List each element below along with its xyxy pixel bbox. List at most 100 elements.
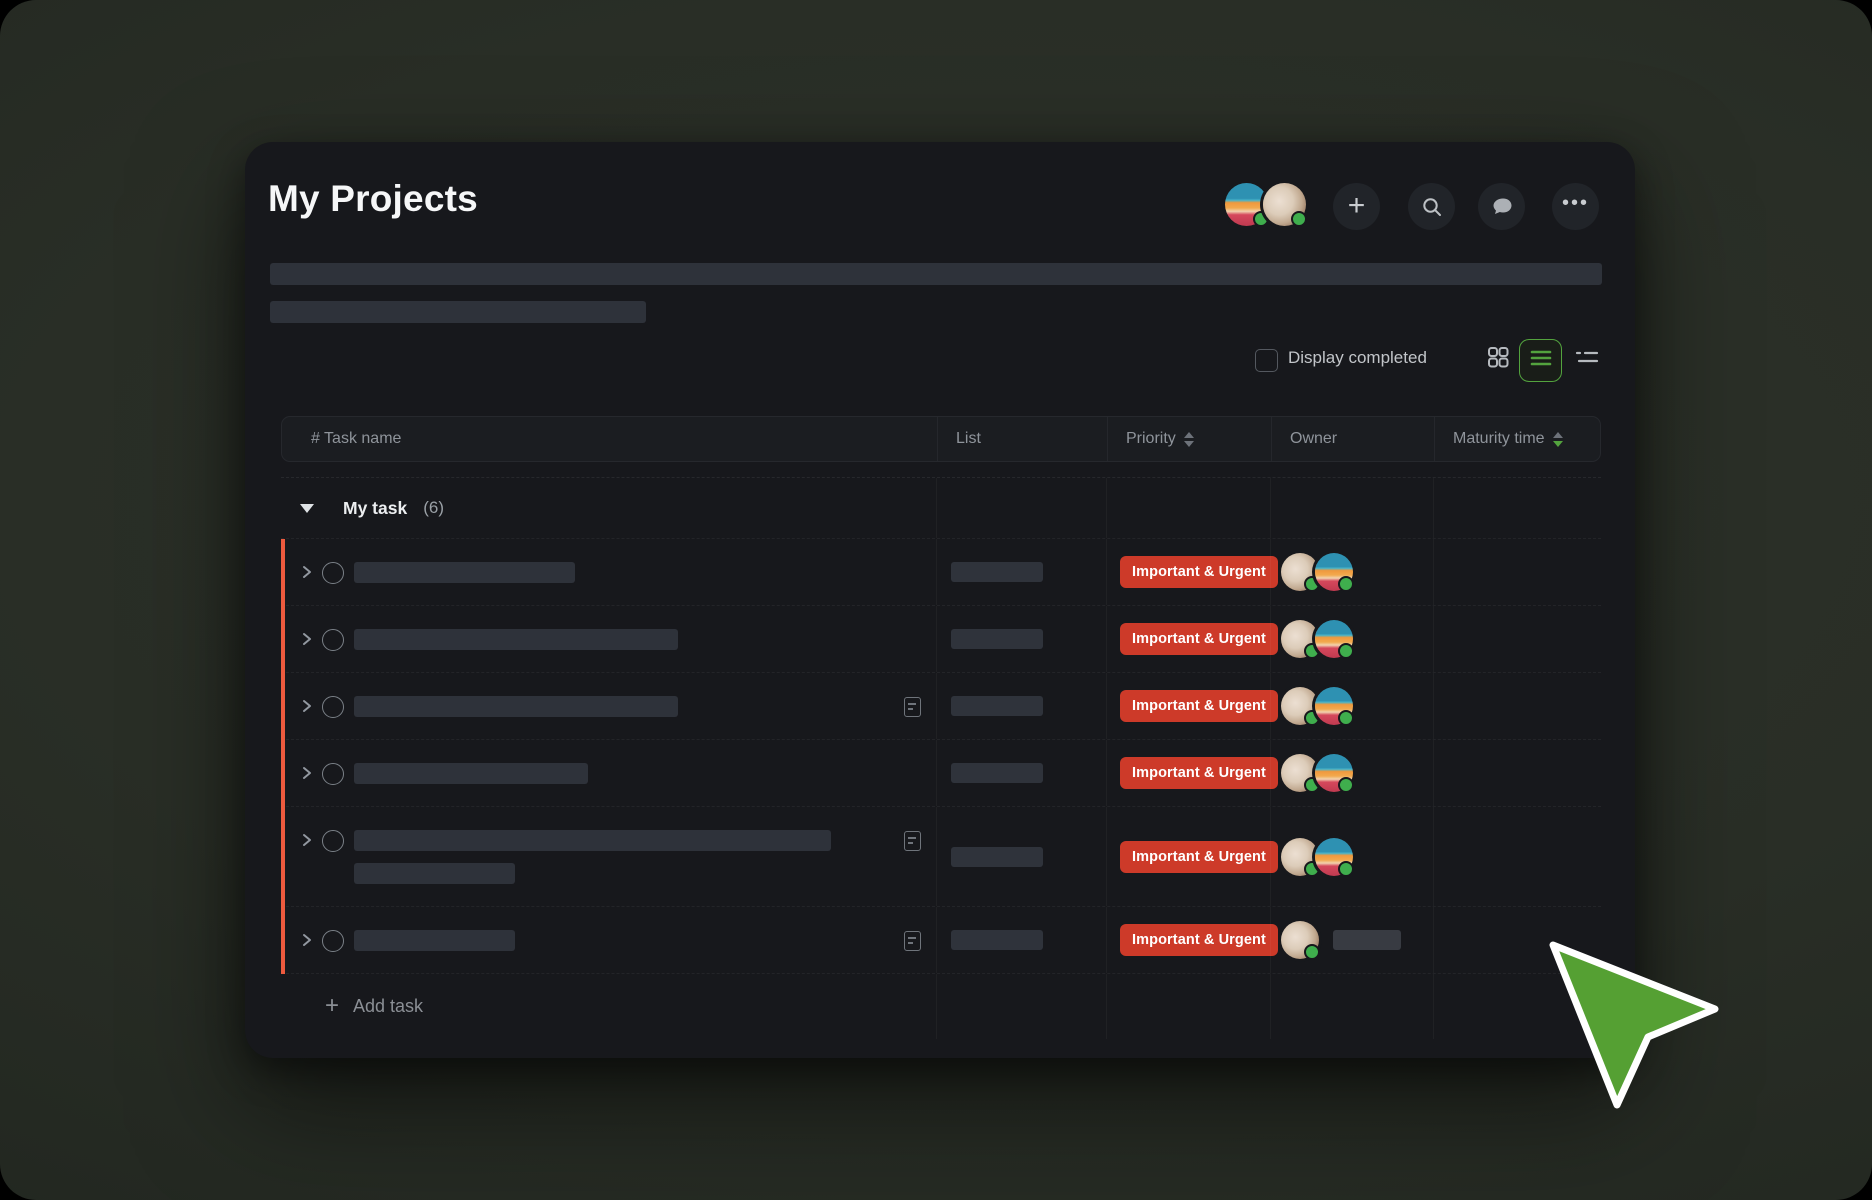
- task-row[interactable]: Important & Urgent: [281, 907, 1601, 974]
- column-header-owner[interactable]: Owner: [1271, 417, 1434, 461]
- sort-icon-desc-active: [1553, 432, 1563, 447]
- list-cell: [936, 539, 1106, 605]
- empty-cell: [1433, 974, 1601, 1039]
- priority-badge[interactable]: Important & Urgent: [1120, 623, 1278, 655]
- task-row[interactable]: Important & Urgent: [281, 740, 1601, 807]
- chevron-right-icon[interactable]: [301, 699, 313, 718]
- chevron-right-icon[interactable]: [301, 632, 313, 651]
- task-status-circle[interactable]: [322, 629, 344, 651]
- online-dot: [1338, 576, 1354, 592]
- task-name-cell: [281, 539, 936, 605]
- group-row[interactable]: My task (6): [281, 478, 1601, 539]
- task-name-bar: [354, 696, 678, 717]
- avatar-cartman[interactable]: [1315, 687, 1353, 725]
- empty-cell: [936, 478, 1106, 538]
- list-cell: [936, 907, 1106, 973]
- priority-cell: Important & Urgent: [1106, 807, 1270, 906]
- sort-lines-icon: [1575, 348, 1599, 371]
- app-window: My Projects + ••• Display completed: [245, 142, 1635, 1058]
- task-name-bar: [354, 830, 831, 851]
- empty-cell: [936, 974, 1106, 1039]
- avatar-cartman[interactable]: [1315, 620, 1353, 658]
- table-body-rows: Important & Urgent Important & Urgent: [281, 539, 1601, 974]
- avatar-cartman[interactable]: [1315, 838, 1353, 876]
- avatar-cartman[interactable]: [1315, 754, 1353, 792]
- avatar-baby[interactable]: [1281, 921, 1319, 959]
- column-header-task-name[interactable]: # Task name: [282, 417, 937, 461]
- priority-badge[interactable]: Important & Urgent: [1120, 556, 1278, 588]
- description-skeleton-bar: [270, 263, 1602, 285]
- view-sort-button[interactable]: [1566, 339, 1607, 380]
- background: My Projects + ••• Display completed: [0, 0, 1872, 1200]
- avatar-baby[interactable]: [1281, 838, 1319, 876]
- group-accent-strip: [281, 539, 285, 974]
- ellipsis-icon: •••: [1562, 193, 1589, 213]
- toolbar: Display completed: [245, 338, 1635, 384]
- avatar-baby[interactable]: [1263, 183, 1306, 226]
- add-button[interactable]: +: [1333, 183, 1380, 230]
- task-name-skeleton: [354, 830, 831, 884]
- priority-badge[interactable]: Important & Urgent: [1120, 757, 1278, 789]
- priority-badge[interactable]: Important & Urgent: [1120, 690, 1278, 722]
- task-row[interactable]: Important & Urgent: [281, 539, 1601, 606]
- maturity-time-cell: [1433, 606, 1601, 672]
- avatar-cartman[interactable]: [1315, 553, 1353, 591]
- grid-view-icon: [1486, 345, 1510, 374]
- task-status-circle[interactable]: [322, 696, 344, 718]
- avatar-baby[interactable]: [1281, 620, 1319, 658]
- task-table: # Task name List Priority Owner Maturity…: [281, 416, 1601, 1039]
- view-list-button-active[interactable]: [1519, 339, 1562, 382]
- owner-avatars: [1281, 754, 1353, 792]
- avatar-baby[interactable]: [1281, 687, 1319, 725]
- list-skeleton-bar: [951, 930, 1043, 950]
- view-grid-button[interactable]: [1477, 339, 1518, 380]
- column-header-priority[interactable]: Priority: [1107, 417, 1271, 461]
- task-name-cell: [281, 807, 936, 906]
- owner-avatars: [1281, 687, 1353, 725]
- online-dot: [1338, 777, 1354, 793]
- add-task-row[interactable]: + Add task: [281, 974, 1601, 1039]
- task-status-circle[interactable]: [322, 930, 344, 952]
- column-header-list[interactable]: List: [937, 417, 1107, 461]
- list-cell: [936, 606, 1106, 672]
- chat-icon: [1490, 195, 1514, 219]
- doc-icon: [904, 697, 921, 717]
- header-avatar-group: [1225, 183, 1306, 226]
- task-status-circle[interactable]: [322, 830, 344, 852]
- task-name-bar: [354, 629, 678, 650]
- task-row[interactable]: Important & Urgent: [281, 606, 1601, 673]
- online-dot: [1304, 944, 1320, 960]
- description-skeleton-bar: [270, 301, 646, 323]
- avatar-baby[interactable]: [1281, 553, 1319, 591]
- task-status-circle[interactable]: [322, 562, 344, 584]
- chevron-right-icon[interactable]: [301, 766, 313, 785]
- avatar-baby[interactable]: [1281, 754, 1319, 792]
- task-name-skeleton: [354, 562, 575, 583]
- priority-badge[interactable]: Important & Urgent: [1120, 841, 1278, 873]
- chat-button[interactable]: [1478, 183, 1525, 230]
- chevron-right-icon[interactable]: [301, 565, 313, 584]
- search-button[interactable]: [1408, 183, 1455, 230]
- column-header-maturity-time[interactable]: Maturity time: [1434, 417, 1602, 461]
- online-dot: [1291, 211, 1307, 227]
- collapse-triangle-icon[interactable]: [300, 504, 314, 513]
- empty-cell: [1270, 478, 1433, 538]
- doc-icon: [904, 931, 921, 951]
- group-cell: My task (6): [281, 478, 936, 538]
- priority-cell: Important & Urgent: [1106, 539, 1270, 605]
- group-count: (6): [423, 498, 444, 518]
- owner-avatars: [1281, 620, 1353, 658]
- task-row[interactable]: Important & Urgent: [281, 807, 1601, 907]
- owner-name-bar: [1333, 930, 1401, 950]
- avatar-cartman[interactable]: [1225, 183, 1268, 226]
- task-row[interactable]: Important & Urgent: [281, 673, 1601, 740]
- task-status-circle[interactable]: [322, 763, 344, 785]
- list-skeleton-bar: [951, 562, 1043, 582]
- list-cell: [936, 673, 1106, 739]
- priority-badge[interactable]: Important & Urgent: [1120, 924, 1278, 956]
- chevron-right-icon[interactable]: [301, 833, 313, 852]
- list-skeleton-bar: [951, 763, 1043, 783]
- chevron-right-icon[interactable]: [301, 933, 313, 952]
- more-button[interactable]: •••: [1552, 183, 1599, 230]
- display-completed-checkbox[interactable]: [1255, 349, 1278, 372]
